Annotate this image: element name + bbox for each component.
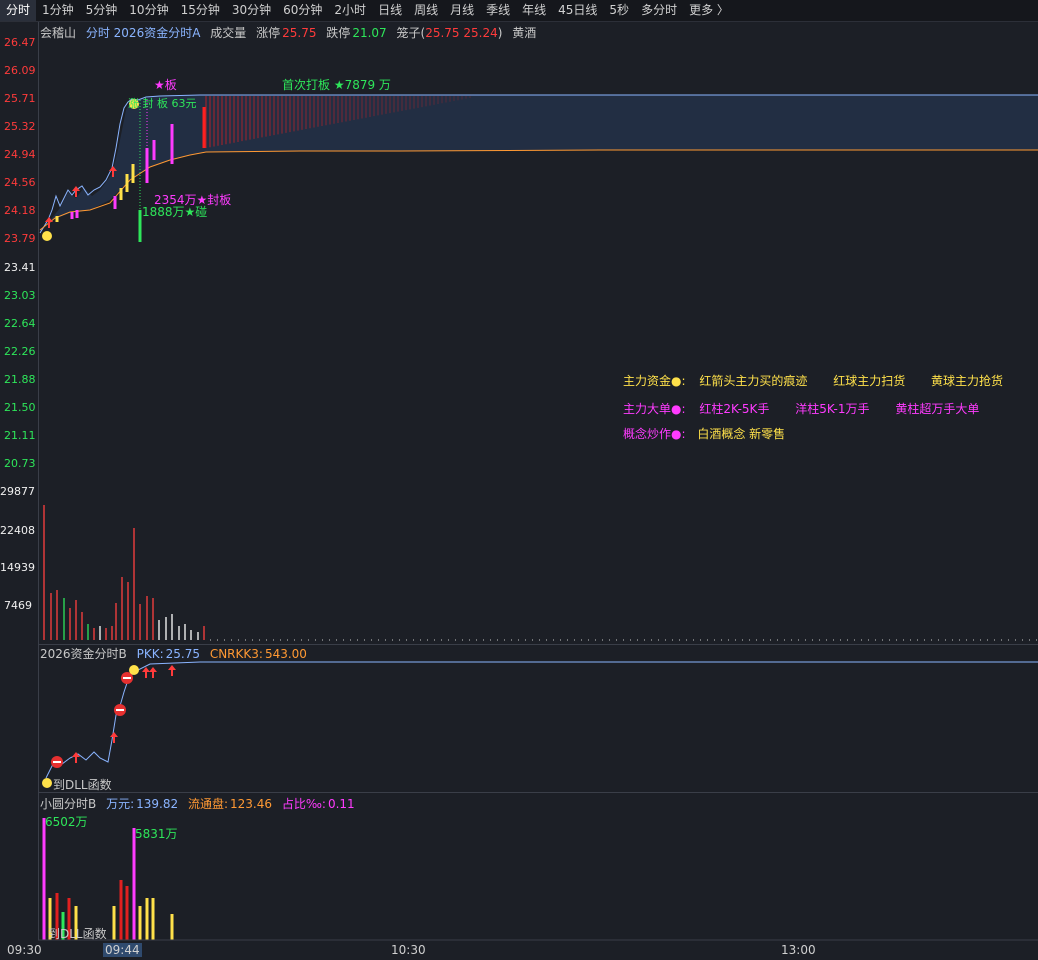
price-label: 25.32 xyxy=(4,120,36,133)
cage-close: ) xyxy=(497,26,503,40)
sector-label: 黄酒 xyxy=(512,26,537,40)
main-chart-header: 会稽山 分时 2026资金分时A 成交量 涨停 25.75 跌停 21.07 笼子(… xyxy=(40,24,542,41)
price-label-base: 23.41 xyxy=(4,261,36,274)
limit-up-value: 25.75 xyxy=(282,26,317,40)
price-label: 24.18 xyxy=(4,204,36,217)
panel-separator xyxy=(38,792,1038,793)
legend-item: 红箭头主力买的痕迹 xyxy=(699,374,808,388)
volume-label: 29877 xyxy=(0,485,35,498)
wan-value: 139.82 xyxy=(136,797,179,811)
volume-bars xyxy=(43,505,205,640)
legend-item: 红球主力扫货 xyxy=(833,374,906,388)
panel-b-markers xyxy=(42,665,139,788)
panel-b-name[interactable]: 2026资金分时B xyxy=(40,647,127,661)
legend-item: 洋柱5K-1万手 xyxy=(795,402,870,416)
bar-label-2: 5831万 xyxy=(135,827,178,841)
cage-values: 25.75 25.24 xyxy=(425,26,498,40)
bar-label-1: 6502万 xyxy=(45,815,88,829)
price-label: 26.47 xyxy=(4,36,36,49)
price-label: 21.50 xyxy=(4,401,36,414)
concept-value: 白酒概念 新零售 xyxy=(697,427,786,441)
price-label: 24.94 xyxy=(4,148,36,161)
stock-name[interactable]: 会稽山 xyxy=(40,26,76,40)
price-label: 24.56 xyxy=(4,176,36,189)
legend-item: 黄球主力抢货 xyxy=(931,374,1004,388)
open-board-label: 1888万★碰 xyxy=(142,205,208,219)
price-label: 25.71 xyxy=(4,92,36,105)
wan-label: 万元: xyxy=(106,797,135,811)
time-label: 13:00 xyxy=(781,943,816,957)
price-label: 22.64 xyxy=(4,317,36,330)
legend-item: 黄柱超万手大单 xyxy=(895,402,980,416)
legend-title: 主力大单●: xyxy=(623,402,686,416)
ratio-value: 0.11 xyxy=(327,797,355,811)
volume-label: 7469 xyxy=(4,599,32,612)
ratio-label: 占比‰: xyxy=(281,797,326,811)
panel-c-note: 到DLL函数 xyxy=(48,927,107,941)
cnrkk-value: 543.00 xyxy=(264,647,307,661)
price-axis: 26.47 26.09 25.71 25.32 24.94 24.56 24.1… xyxy=(0,22,39,940)
pkk-value: 25.75 xyxy=(165,647,200,661)
legend-title: 概念炒作●: xyxy=(623,427,686,441)
peak-tag-label: 涨 封 板 63元 xyxy=(128,97,197,110)
price-label: 22.26 xyxy=(4,345,36,358)
legend-row-3: 概念炒作●: 白酒概念 新零售 xyxy=(623,425,807,442)
indicator-name[interactable]: 分时 2026资金分时A xyxy=(86,26,201,40)
time-label-cursor: 09:44 xyxy=(103,943,142,957)
pkk-label: PKK: xyxy=(136,647,164,661)
price-label: 21.11 xyxy=(4,429,36,442)
intraday-chart-canvas[interactable] xyxy=(0,0,1038,960)
cage-label: 笼子( xyxy=(396,26,426,40)
float-label: 流通盘: xyxy=(187,797,228,811)
limit-down-value: 21.07 xyxy=(352,26,387,40)
volume-label: 22408 xyxy=(0,524,35,537)
float-value: 123.46 xyxy=(229,797,272,811)
star-board-label: ★板 xyxy=(154,78,177,92)
price-label: 21.88 xyxy=(4,373,36,386)
limit-up-label: 涨停 xyxy=(256,26,281,40)
legend-row-2: 主力大单●: 红柱2K-5K手 洋柱5K-1万手 黄柱超万手大单 xyxy=(623,400,1001,417)
panel-b-note: 到DLL函数 xyxy=(53,778,112,792)
first-board-label: 首次打板 ★7879 万 xyxy=(282,78,391,92)
volume-label: 14939 xyxy=(0,561,35,574)
panel-c-name[interactable]: 小圆分时B xyxy=(40,797,96,811)
limit-down-label: 跌停 xyxy=(326,26,351,40)
volume-label: 成交量 xyxy=(210,26,247,40)
panel-c-header: 小圆分时B 万元: 139.82 流通盘: 123.46 占比‰: 0.11 xyxy=(40,795,361,812)
price-label: 26.09 xyxy=(4,64,36,77)
panel-b-line xyxy=(45,661,1038,779)
panel-b-header: 2026资金分时B PKK: 25.75 CNRKK3: 543.00 xyxy=(40,645,313,662)
yellow-ball-icon xyxy=(42,231,52,241)
time-label: 09:30 xyxy=(7,943,42,957)
cnrkk-label: CNRKK3: xyxy=(209,647,263,661)
price-label: 23.79 xyxy=(4,232,36,245)
price-label: 20.73 xyxy=(4,457,36,470)
price-label: 23.03 xyxy=(4,289,36,302)
legend-row-1: 主力资金●: 红箭头主力买的痕迹 红球主力扫货 黄球主力抢货 xyxy=(623,372,1025,389)
legend-item: 红柱2K-5K手 xyxy=(699,402,770,416)
legend-title: 主力资金●: xyxy=(623,374,686,388)
time-label: 10:30 xyxy=(391,943,426,957)
